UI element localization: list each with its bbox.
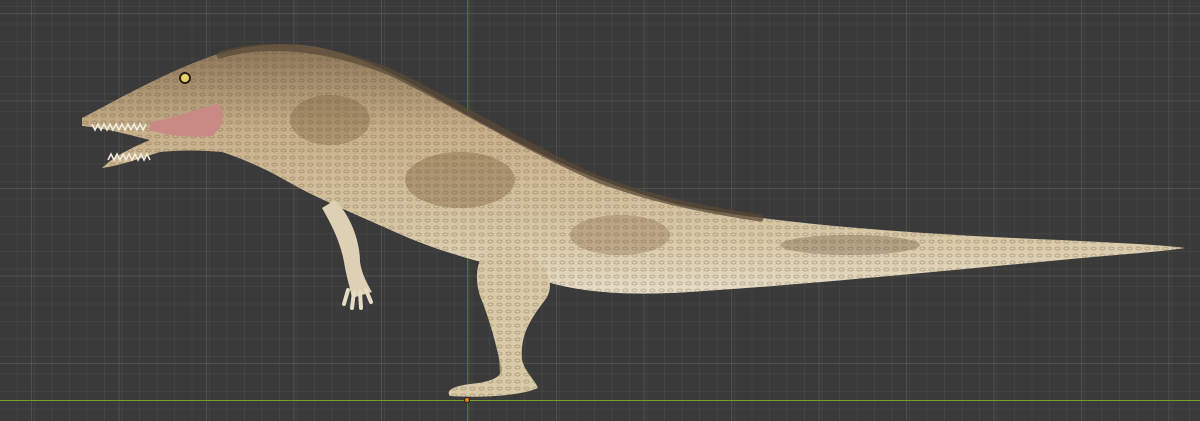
hind-leg-texture xyxy=(448,240,550,397)
reptile-model[interactable] xyxy=(0,0,1200,421)
eye xyxy=(179,72,191,84)
model-scale-texture xyxy=(82,44,1185,294)
skin-patch xyxy=(570,215,670,255)
skin-patch xyxy=(290,95,370,145)
origin-point xyxy=(464,397,470,403)
skin-patch xyxy=(780,235,920,255)
skin-patch xyxy=(405,152,515,208)
3d-viewport[interactable] xyxy=(0,0,1200,421)
